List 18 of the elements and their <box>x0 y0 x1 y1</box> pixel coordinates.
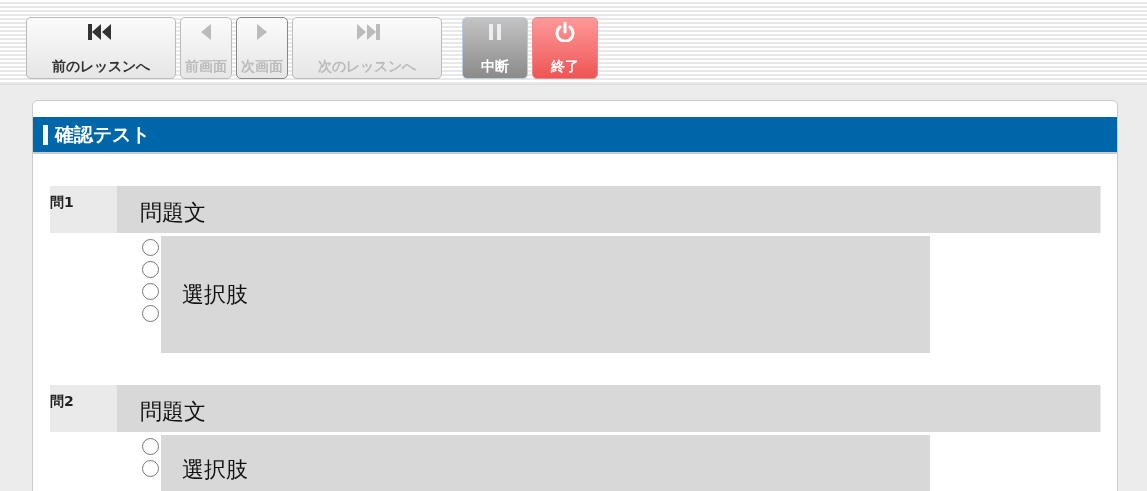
radio-button[interactable] <box>142 460 159 477</box>
choice-text: 選択肢 <box>161 236 930 353</box>
choice-text: 選択肢 <box>161 435 930 491</box>
prev-lesson-button[interactable]: 前のレッスンへ <box>26 17 176 79</box>
question-text: 問題文 <box>117 186 1100 233</box>
radio-button[interactable] <box>142 438 159 455</box>
radio-button[interactable] <box>142 283 159 300</box>
question-number: 問1 <box>50 193 75 212</box>
section-title: 確認テスト <box>55 121 150 147</box>
exit-button[interactable]: 終了 <box>532 17 598 79</box>
question-number: 問2 <box>50 392 75 411</box>
right-triangle-icon <box>257 24 267 40</box>
radio-button[interactable] <box>142 261 159 278</box>
left-triangle-icon <box>201 24 211 40</box>
question-text: 問題文 <box>117 385 1100 432</box>
header-marker <box>43 124 48 145</box>
radio-button[interactable] <box>142 239 159 256</box>
radio-button[interactable] <box>142 305 159 322</box>
